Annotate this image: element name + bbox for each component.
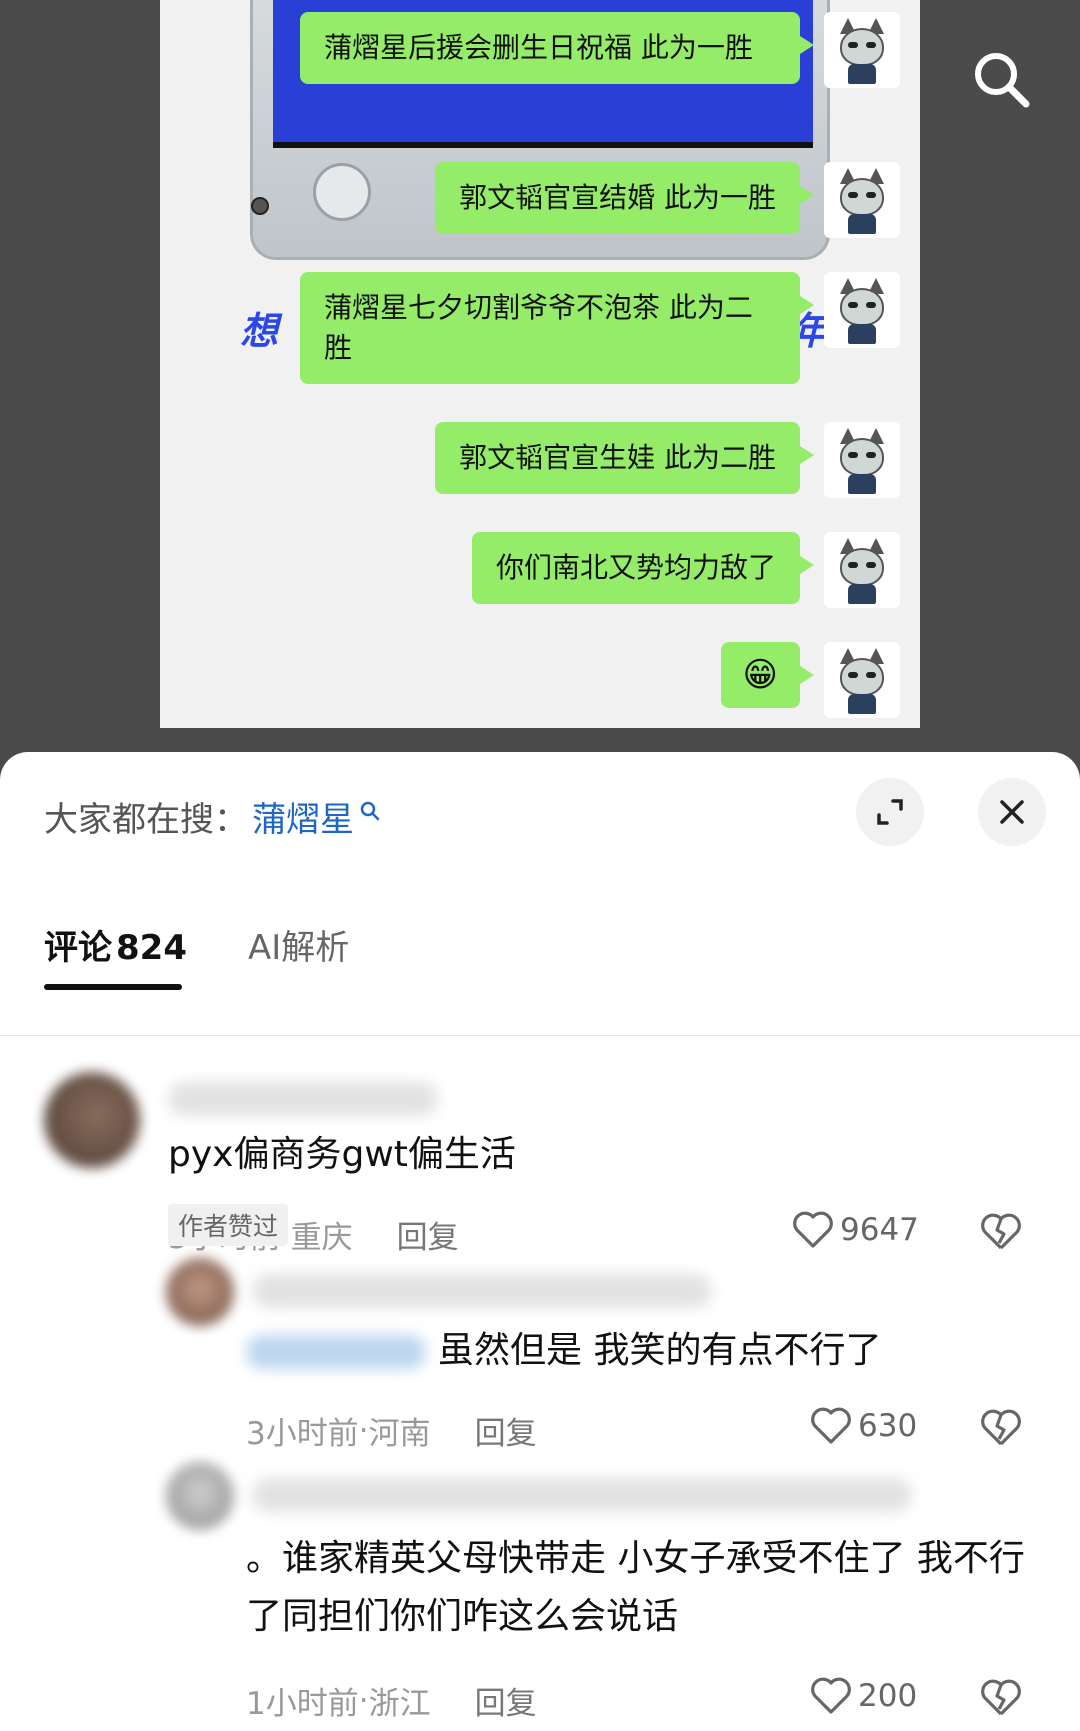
chat-message: 😁 (720, 642, 900, 718)
grin-emoji-bubble: 😁 (720, 642, 815, 708)
post-image-viewer: 想 年 蒲熠星后援会删生日祝福 此为一胜 郭文韬官宣结婚 此为一胜 蒲熠星七夕切… (0, 0, 1080, 760)
hot-search-prefix: 大家都在搜： (44, 800, 248, 840)
comment-meta: 1小时前 · 浙江 回复 (246, 1678, 537, 1723)
like-button[interactable]: 200 (810, 1676, 917, 1716)
comment-count: 824 (116, 928, 187, 968)
broken-heart-icon (981, 1409, 1021, 1446)
chat-message: 郭文韬官宣结婚 此为一胜 (435, 162, 900, 238)
reply-button[interactable]: 回复 (475, 1408, 537, 1453)
expand-icon (877, 799, 903, 825)
tab-comments-label: 评论 (44, 928, 112, 968)
dislike-button[interactable] (980, 1408, 1022, 1452)
reply-button[interactable]: 回复 (475, 1678, 537, 1723)
like-count: 200 (858, 1678, 918, 1714)
expand-button[interactable] (856, 778, 924, 846)
chat-bubble: 你们南北又势均力敌了 (471, 532, 815, 604)
cat-avatar-icon (824, 532, 900, 608)
active-tab-indicator (44, 984, 182, 990)
cat-avatar-icon (824, 272, 900, 348)
search-icon[interactable] (970, 48, 1032, 110)
tab-ai-analysis[interactable]: AI解析 (248, 920, 349, 969)
chat-bubble: 郭文韬官宣结婚 此为一胜 (435, 162, 814, 234)
hot-search-bar[interactable]: 大家都在搜： 蒲熠星 (44, 792, 380, 841)
chat-message: 你们南北又势均力敌了 (471, 532, 900, 608)
chat-message: 蒲熠星七夕切割爷爷不泡茶 此为二胜 (300, 272, 900, 384)
comment-text: pyx偏商务gwt偏生活 (168, 1134, 516, 1175)
heart-icon (811, 1677, 851, 1714)
close-icon (1000, 800, 1024, 824)
reply-button[interactable]: 回复 (397, 1212, 459, 1257)
cat-avatar-icon (824, 162, 900, 238)
avatar[interactable] (166, 1462, 234, 1530)
heart-icon (811, 1407, 851, 1444)
tab-comments[interactable]: 评论 824 (44, 920, 187, 969)
dislike-button[interactable] (980, 1678, 1022, 1722)
small-search-icon (360, 790, 380, 830)
avatar[interactable] (44, 1072, 140, 1168)
chat-screenshot-image: 想 年 蒲熠星后援会删生日祝福 此为一胜 郭文韬官宣结婚 此为一胜 蒲熠星七夕切… (160, 0, 920, 728)
comment-time: 1小时前 (246, 1686, 359, 1722)
comments-sheet: 大家都在搜： 蒲熠星 评论 824 AI解析 pyx偏商务gwt偏生活 重庆 回… (0, 752, 1080, 1731)
blurred-mention[interactable] (246, 1335, 426, 1369)
dislike-button[interactable] (980, 1212, 1022, 1256)
like-count: 630 (858, 1408, 918, 1444)
cat-avatar-icon (824, 642, 900, 718)
comment-text: 。谁家精英父母快带走 小女子承受不住了 我不行了同担们你们咋这么会说话 (246, 1538, 1025, 1637)
comment-text: 虽然但是 我笑的有点不行了 (246, 1322, 881, 1380)
avatar[interactable] (166, 1258, 234, 1326)
chat-bubble: 郭文韬官宣生娃 此为二胜 (435, 422, 814, 494)
chat-bubble: 蒲熠星七夕切割爷爷不泡茶 此为二胜 (300, 272, 814, 384)
broken-heart-icon (981, 1213, 1021, 1250)
comment-tabs: 评论 824 AI解析 (0, 902, 1080, 1036)
cassette-spool (313, 163, 371, 221)
blurred-username[interactable] (252, 1274, 712, 1308)
chat-bubble: 蒲熠星后援会删生日祝福 此为一胜 (300, 12, 814, 84)
comment-meta: 3小时前 · 河南 回复 (246, 1408, 537, 1453)
background-promo-text: 想 (240, 309, 281, 353)
broken-heart-icon (981, 1679, 1021, 1716)
blurred-username[interactable] (252, 1478, 912, 1512)
blurred-username[interactable] (168, 1082, 438, 1116)
comment-location: 河南 (368, 1416, 431, 1452)
author-liked-badge: 作者赞过 (168, 1204, 289, 1246)
comment-location: 重庆 (290, 1220, 353, 1256)
chat-message: 郭文韬官宣生娃 此为二胜 (435, 422, 900, 498)
like-button[interactable]: 9647 (792, 1210, 919, 1250)
like-button[interactable]: 630 (810, 1406, 917, 1446)
comment-time: 3小时前 (246, 1416, 359, 1452)
hot-search-keyword[interactable]: 蒲熠星 (252, 792, 354, 841)
like-count: 9647 (840, 1212, 919, 1248)
comment-location: 浙江 (368, 1686, 431, 1722)
close-button[interactable] (978, 778, 1046, 846)
chat-message: 蒲熠星后援会删生日祝福 此为一胜 (300, 12, 900, 88)
heart-icon (793, 1211, 833, 1248)
cassette-screw (251, 197, 269, 215)
cat-avatar-icon (824, 422, 900, 498)
cat-avatar-icon (824, 12, 900, 88)
